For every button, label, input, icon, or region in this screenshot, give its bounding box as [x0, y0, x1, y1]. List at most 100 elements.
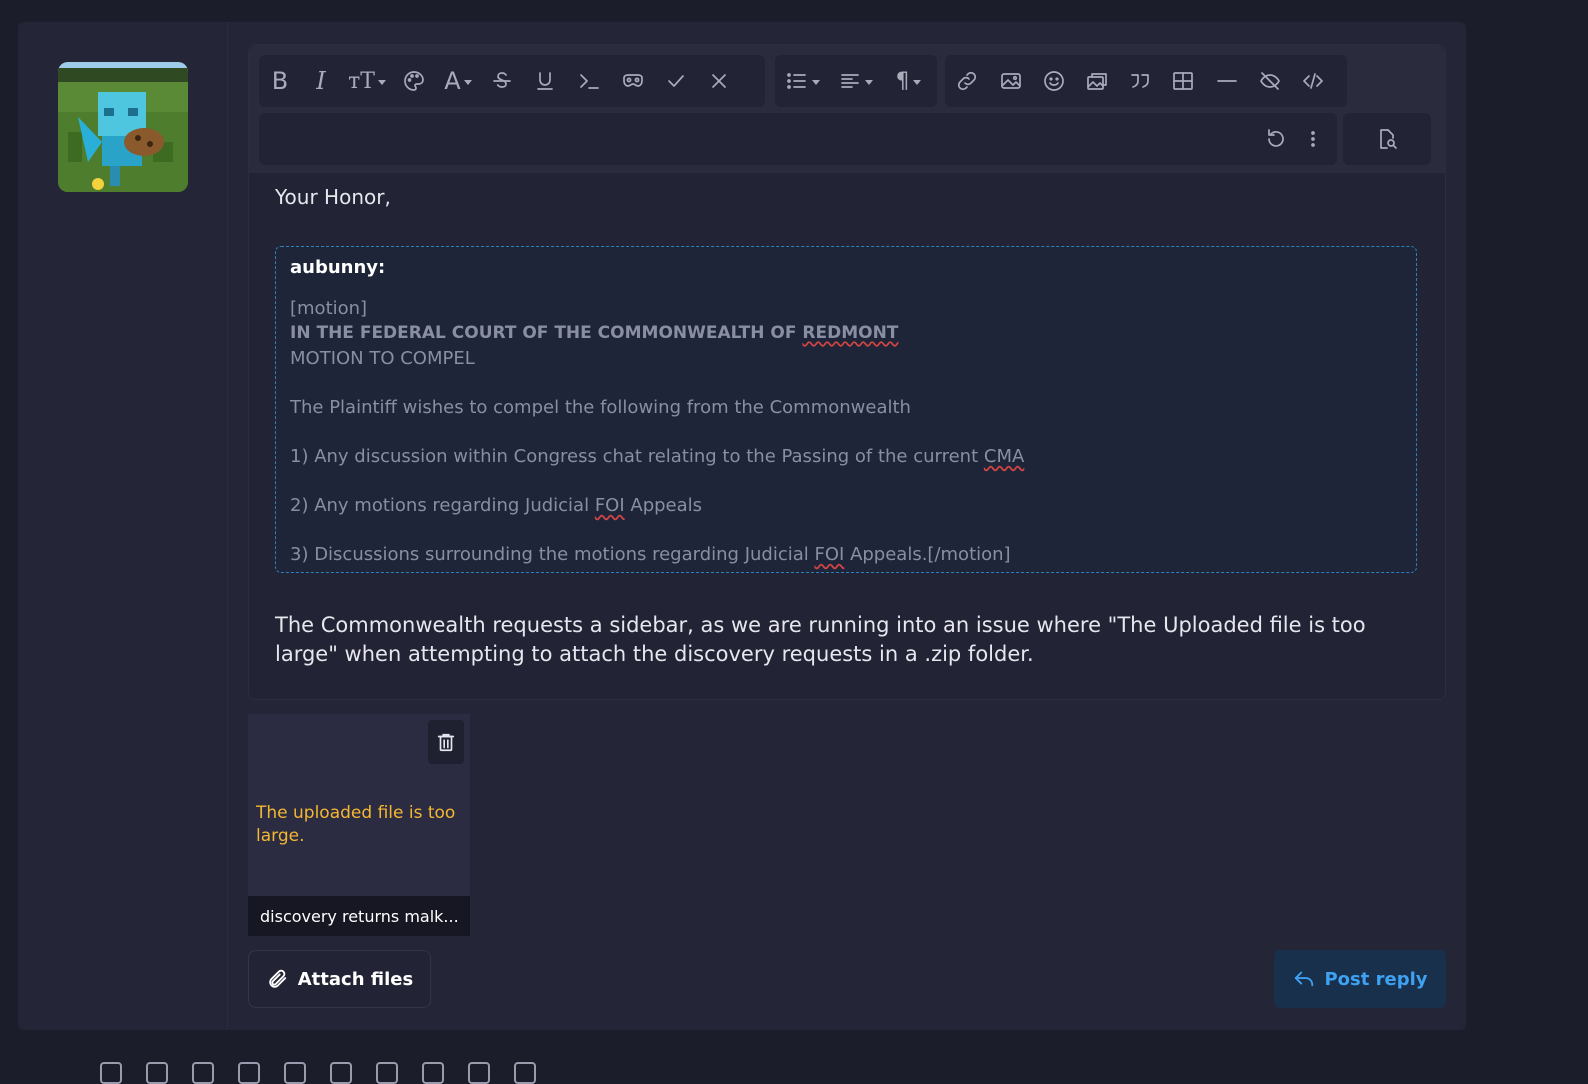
strikethrough-button[interactable]	[481, 55, 523, 107]
quote-line-item-2: 2) Any motions regarding Judicial FOI Ap…	[290, 493, 1402, 518]
align-button[interactable]	[829, 55, 881, 107]
quote-item-1-text: 1) Any discussion within Congress chat r…	[290, 446, 984, 467]
bold-button[interactable]: B	[259, 55, 301, 107]
bluesky-icon[interactable]	[192, 1062, 214, 1084]
spoiler-button[interactable]	[611, 55, 655, 107]
delete-attachment-button[interactable]	[428, 720, 464, 764]
share-link-icon[interactable]	[514, 1062, 536, 1084]
horizontal-line-icon	[1217, 80, 1237, 82]
quote-line-item-3: 3) Discussions surrounding the motions r…	[290, 542, 1402, 567]
italic-button[interactable]: I	[301, 55, 341, 107]
quote-line-intro: The Plaintiff wishes to compel the follo…	[290, 397, 911, 418]
more-options-button[interactable]	[1299, 113, 1327, 165]
font-size-button[interactable]: тT	[341, 55, 393, 107]
undo-button[interactable]	[1259, 113, 1293, 165]
link-icon	[957, 71, 977, 91]
check-button[interactable]	[655, 55, 697, 107]
attach-files-label: Attach files	[297, 968, 414, 990]
email-icon[interactable]	[468, 1062, 490, 1084]
close-icon	[712, 74, 726, 88]
x-icon[interactable]	[146, 1062, 168, 1084]
chevron-down-icon	[864, 79, 873, 85]
paragraph-button[interactable]: ¶	[881, 55, 935, 107]
quote-court-text: IN THE FEDERAL COURT OF THE COMMONWEALTH…	[290, 323, 803, 343]
quote-item-2-tail: Appeals	[624, 495, 703, 516]
attachment-filename: discovery returns malk...	[248, 896, 470, 936]
font-family-button[interactable]: A	[435, 55, 481, 107]
link-button[interactable]	[945, 55, 989, 107]
underline-button[interactable]	[523, 55, 567, 107]
spellcheck-word: FOI	[594, 495, 625, 516]
more-vertical-icon	[1311, 131, 1315, 147]
code-icon	[1303, 73, 1323, 89]
hide-button[interactable]	[1249, 55, 1291, 107]
trash-icon	[437, 733, 455, 752]
font-family-icon: A	[444, 67, 461, 95]
greeting-text: Your Honor,	[275, 185, 391, 209]
reddit-icon[interactable]	[284, 1062, 306, 1084]
tumblr-icon[interactable]	[376, 1062, 398, 1084]
whatsapp-icon[interactable]	[422, 1062, 444, 1084]
editor-toolbar: B I тT A ¶	[249, 45, 1445, 173]
quote-button[interactable]	[1119, 55, 1161, 107]
toolbar-secondary-row	[259, 113, 1337, 165]
inline-code-button[interactable]	[567, 55, 611, 107]
quote-item-3-text: 3) Discussions surrounding the motions r…	[290, 544, 815, 565]
check-icon	[668, 75, 684, 87]
eye-off-icon	[1260, 72, 1280, 90]
list-icon	[786, 73, 806, 89]
quote-line-title: MOTION TO COMPEL	[290, 348, 475, 369]
editor-content[interactable]: Your Honor, aubunny: [motion] IN THE FED…	[275, 185, 1419, 669]
rich-text-editor: B I тT A ¶ Your Honor, aubunny: [motion]…	[248, 44, 1446, 700]
linkedin-icon[interactable]	[238, 1062, 260, 1084]
table-icon	[1173, 72, 1193, 90]
reply-icon	[1295, 971, 1314, 987]
emoji-button[interactable]	[1033, 55, 1075, 107]
terminal-icon	[580, 74, 599, 89]
horizontal-line-button[interactable]	[1205, 55, 1249, 107]
spellcheck-word: REDMONT	[802, 323, 899, 343]
preview-icon-wrap	[1375, 113, 1399, 165]
toolbar-group-text: B I тT A	[259, 55, 765, 107]
file-search-icon	[1380, 129, 1397, 149]
upload-error-message: The uploaded file is too large.	[256, 803, 456, 846]
underline-icon	[537, 72, 553, 90]
post-reply-label: Post reply	[1324, 968, 1428, 990]
attachment-card: The uploaded file is too large. discover…	[248, 714, 470, 936]
table-button[interactable]	[1161, 55, 1205, 107]
avatar[interactable]	[58, 62, 188, 192]
remove-format-button[interactable]	[697, 55, 741, 107]
font-size-icon: тT	[348, 68, 375, 94]
reply-panel: B I тT A ¶ Your Honor, aubunny: [motion]…	[18, 22, 1466, 1030]
chevron-down-icon	[811, 79, 820, 85]
quote-line-court: IN THE FEDERAL COURT OF THE COMMONWEALTH…	[290, 321, 1402, 346]
source-code-button[interactable]	[1291, 55, 1335, 107]
attach-files-button[interactable]: Attach files	[248, 950, 431, 1008]
italic-icon: I	[316, 67, 326, 95]
smiley-icon	[1044, 71, 1064, 91]
text-color-button[interactable]	[393, 55, 435, 107]
image-icon	[1001, 73, 1021, 89]
mask-icon	[623, 74, 643, 87]
post-reply-button[interactable]: Post reply	[1274, 950, 1446, 1008]
pilcrow-icon: ¶	[895, 68, 910, 94]
pinterest-icon[interactable]	[330, 1062, 352, 1084]
list-button[interactable]	[775, 55, 829, 107]
toolbar-group-paragraph: ¶	[775, 55, 937, 107]
spellcheck-word: FOI	[814, 544, 845, 565]
quote-block: aubunny: [motion] IN THE FEDERAL COURT O…	[275, 246, 1417, 573]
media-button[interactable]	[1075, 55, 1119, 107]
body-paragraph: The Commonwealth requests a sidebar, as …	[275, 613, 1366, 666]
bold-icon: B	[271, 67, 289, 95]
chevron-down-icon	[463, 79, 472, 85]
image-button[interactable]	[989, 55, 1033, 107]
footer-share-icons	[100, 1062, 536, 1084]
avatar-column	[18, 22, 228, 1030]
quote-line-motion-open: [motion]	[290, 298, 368, 319]
undo-icon	[1268, 129, 1284, 147]
preview-button[interactable]	[1343, 113, 1431, 165]
quote-item-2-text: 2) Any motions regarding Judicial	[290, 495, 595, 516]
quote-icon	[1131, 74, 1149, 88]
quote-item-3-tail: Appeals.[/motion]	[844, 544, 1011, 565]
facebook-icon[interactable]	[100, 1062, 122, 1084]
